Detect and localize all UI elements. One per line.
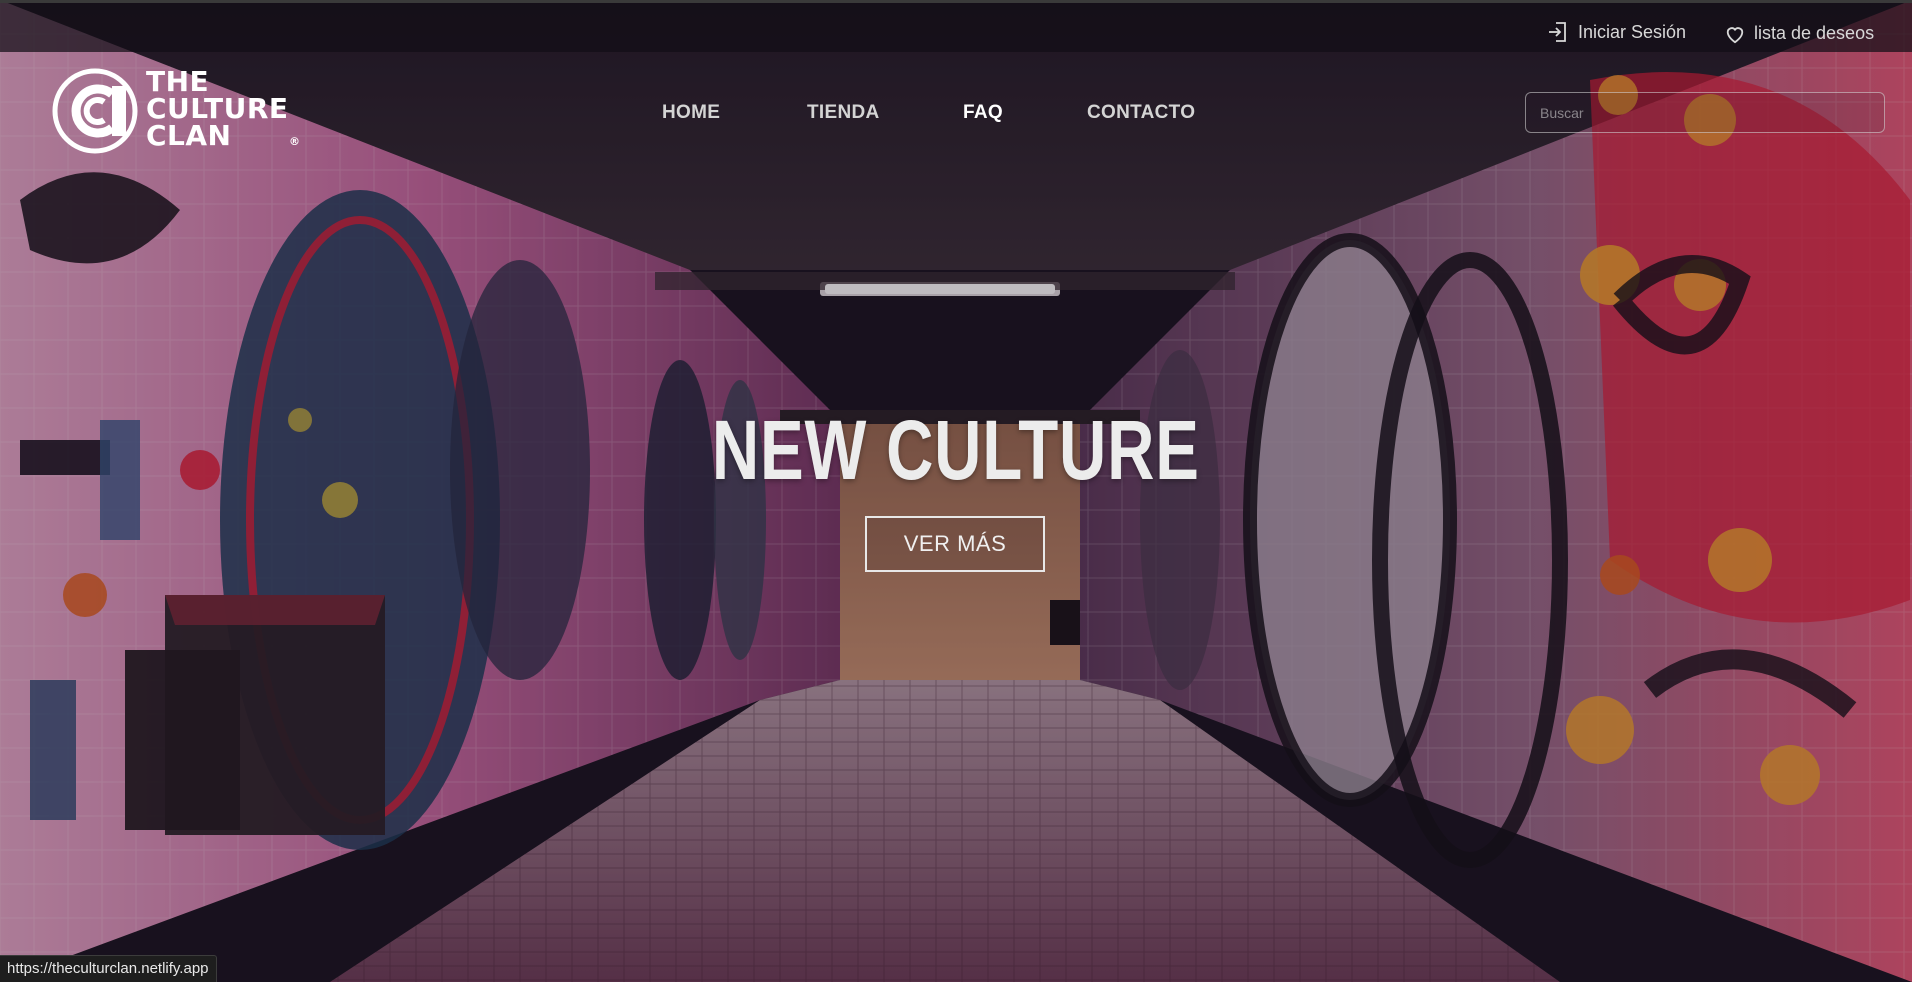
nav-item-tienda[interactable]: TIENDA — [807, 102, 880, 124]
ver-mas-button[interactable]: VER MÁS — [865, 516, 1045, 572]
registered-mark: ® — [289, 135, 301, 148]
heart-icon — [1724, 24, 1746, 44]
top-utility-bar: Iniciar Sesión lista de deseos — [0, 0, 1912, 52]
wishlist-label: lista de deseos — [1754, 23, 1875, 43]
page: Iniciar Sesión lista de deseos THE CULTU… — [0, 0, 1912, 982]
nav-item-contacto[interactable]: CONTACTO — [1087, 102, 1195, 124]
nav-item-faq[interactable]: FAQ — [963, 102, 1003, 124]
search-input[interactable] — [1525, 92, 1885, 133]
login-icon — [1546, 20, 1570, 44]
hero-title: NEW CULTURE — [711, 403, 1200, 497]
wishlist-link[interactable]: lista de deseos — [1724, 23, 1874, 44]
login-link[interactable]: Iniciar Sesión — [1546, 20, 1686, 44]
nav-item-home[interactable]: HOME — [662, 102, 720, 124]
login-label: Iniciar Sesión — [1578, 21, 1687, 42]
status-bar-url: https://theculturclan.netlify.app — [0, 955, 217, 982]
logo-line-the: THE — [146, 65, 210, 98]
